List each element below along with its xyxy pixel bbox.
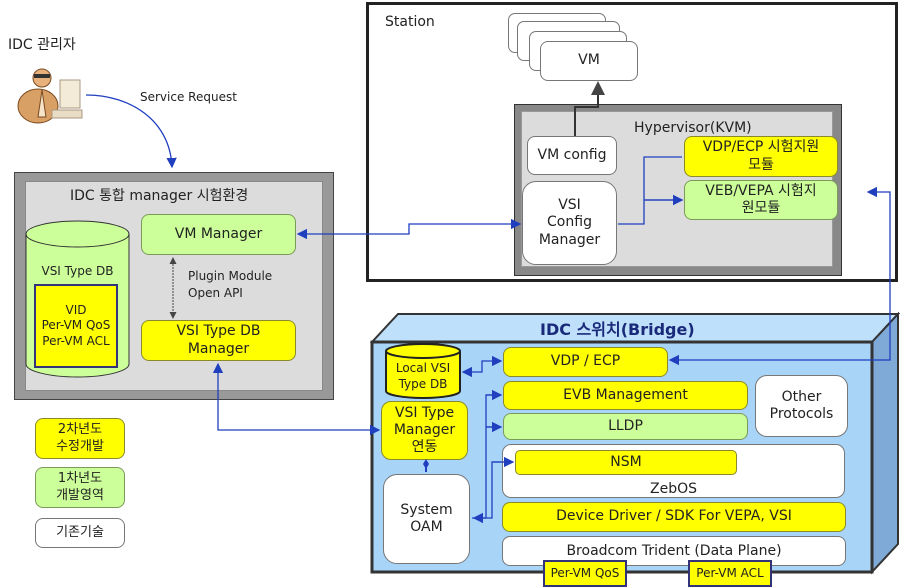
legend-existing: 기존기술 [35, 518, 125, 548]
legend-year1-line2: 개발영역 [56, 487, 104, 503]
other-protocols[interactable]: Other Protocols [755, 375, 848, 437]
legend-year1: 1차년도 개발영역 [35, 467, 125, 508]
vsi-config-manager[interactable]: VSI Config Manager [522, 181, 617, 265]
admin-label: IDC 관리자 [8, 37, 76, 53]
per-vm-acl[interactable]: Per-VM ACL [688, 560, 772, 587]
system-oam-line2: OAM [410, 519, 443, 535]
bridge-title: IDC 스위치(Bridge) [540, 320, 695, 339]
plugin-label-line2: Open API [188, 286, 243, 301]
system-oam[interactable]: System OAM [383, 474, 470, 564]
vsi-type-db-label: VSI Type DB [41, 264, 114, 278]
system-oam-line1: System [400, 501, 453, 518]
vsi-type-manager-line1: VSI Type [394, 405, 455, 422]
vm-manager[interactable]: VM Manager [141, 214, 296, 255]
other-protocols-line1: Other [781, 388, 822, 405]
db-item-qos: Per-VM QoS [41, 318, 111, 333]
legend-year2: 2차년도 수정개발 [35, 418, 125, 459]
vdp-ecp-module-line2: 모듈 [748, 156, 774, 173]
vm-box[interactable]: VM [540, 41, 638, 81]
legend-year2-line1: 2차년도 [57, 422, 103, 438]
vdp-ecp-module-line1: VDP/ECP 시험지원 [702, 139, 820, 155]
db-item-vid: VID [65, 302, 87, 317]
veb-vepa-module-line2: 원모듈 [741, 200, 781, 216]
vsi-db-manager-line1: VSI Type DB [176, 323, 261, 339]
nsm[interactable]: NSM [515, 450, 737, 475]
plugin-label-line1: Plugin Module [188, 269, 273, 283]
vdp-ecp[interactable]: VDP / ECP [503, 347, 668, 377]
legend-year1-line1: 1차년도 [57, 471, 103, 487]
vsi-db-manager-line2: Manager [187, 340, 250, 357]
vsi-config-line1: VSI [558, 196, 581, 213]
service-request-label: Service Request [140, 90, 237, 104]
hypervisor-title: Hypervisor(KVM) [634, 120, 752, 136]
vsi-config-line3: Manager [538, 231, 601, 248]
service-request-arrow [85, 94, 177, 169]
manager-env-title: IDC 통합 manager 시험환경 [70, 188, 249, 204]
vm-config[interactable]: VM config [527, 136, 617, 175]
veb-vepa-module-line1: VEB/VEPA 시험지 [705, 182, 817, 199]
vsi-type-db-contents: VID Per-VM QoS Per-VM ACL [34, 284, 118, 368]
vsi-type-manager-link[interactable]: VSI Type Manager 연동 [381, 401, 468, 460]
station-title: Station [385, 14, 435, 30]
evb-management[interactable]: EVB Management [503, 381, 748, 410]
other-protocols-line2: Protocols [769, 406, 834, 422]
local-db-label: Local VSI Type DB [385, 360, 461, 392]
plugin-module-label: Plugin Module Open API [188, 268, 272, 303]
person-at-computer-icon [16, 62, 86, 126]
local-db-line1: Local VSI [395, 361, 451, 375]
per-vm-qos[interactable]: Per-VM QoS [543, 560, 627, 587]
veb-vepa-test-module[interactable]: VEB/VEPA 시험지 원모듈 [684, 180, 838, 220]
zebos-label: ZebOS [650, 481, 697, 497]
legend-year2-line2: 수정개발 [56, 438, 104, 454]
vsi-type-db-manager[interactable]: VSI Type DB Manager [141, 320, 296, 361]
vsi-type-manager-line2: Manager [393, 422, 456, 439]
device-driver-sdk[interactable]: Device Driver / SDK For VEPA, VSI [502, 502, 846, 532]
vsi-type-manager-line3: 연동 [411, 438, 438, 455]
lldp[interactable]: LLDP [503, 413, 748, 440]
db-item-acl: Per-VM ACL [42, 333, 110, 348]
vsi-config-line2: Config [547, 214, 592, 231]
vdp-ecp-test-module[interactable]: VDP/ECP 시험지원 모듈 [684, 136, 838, 177]
local-db-line2: Type DB [398, 377, 448, 392]
